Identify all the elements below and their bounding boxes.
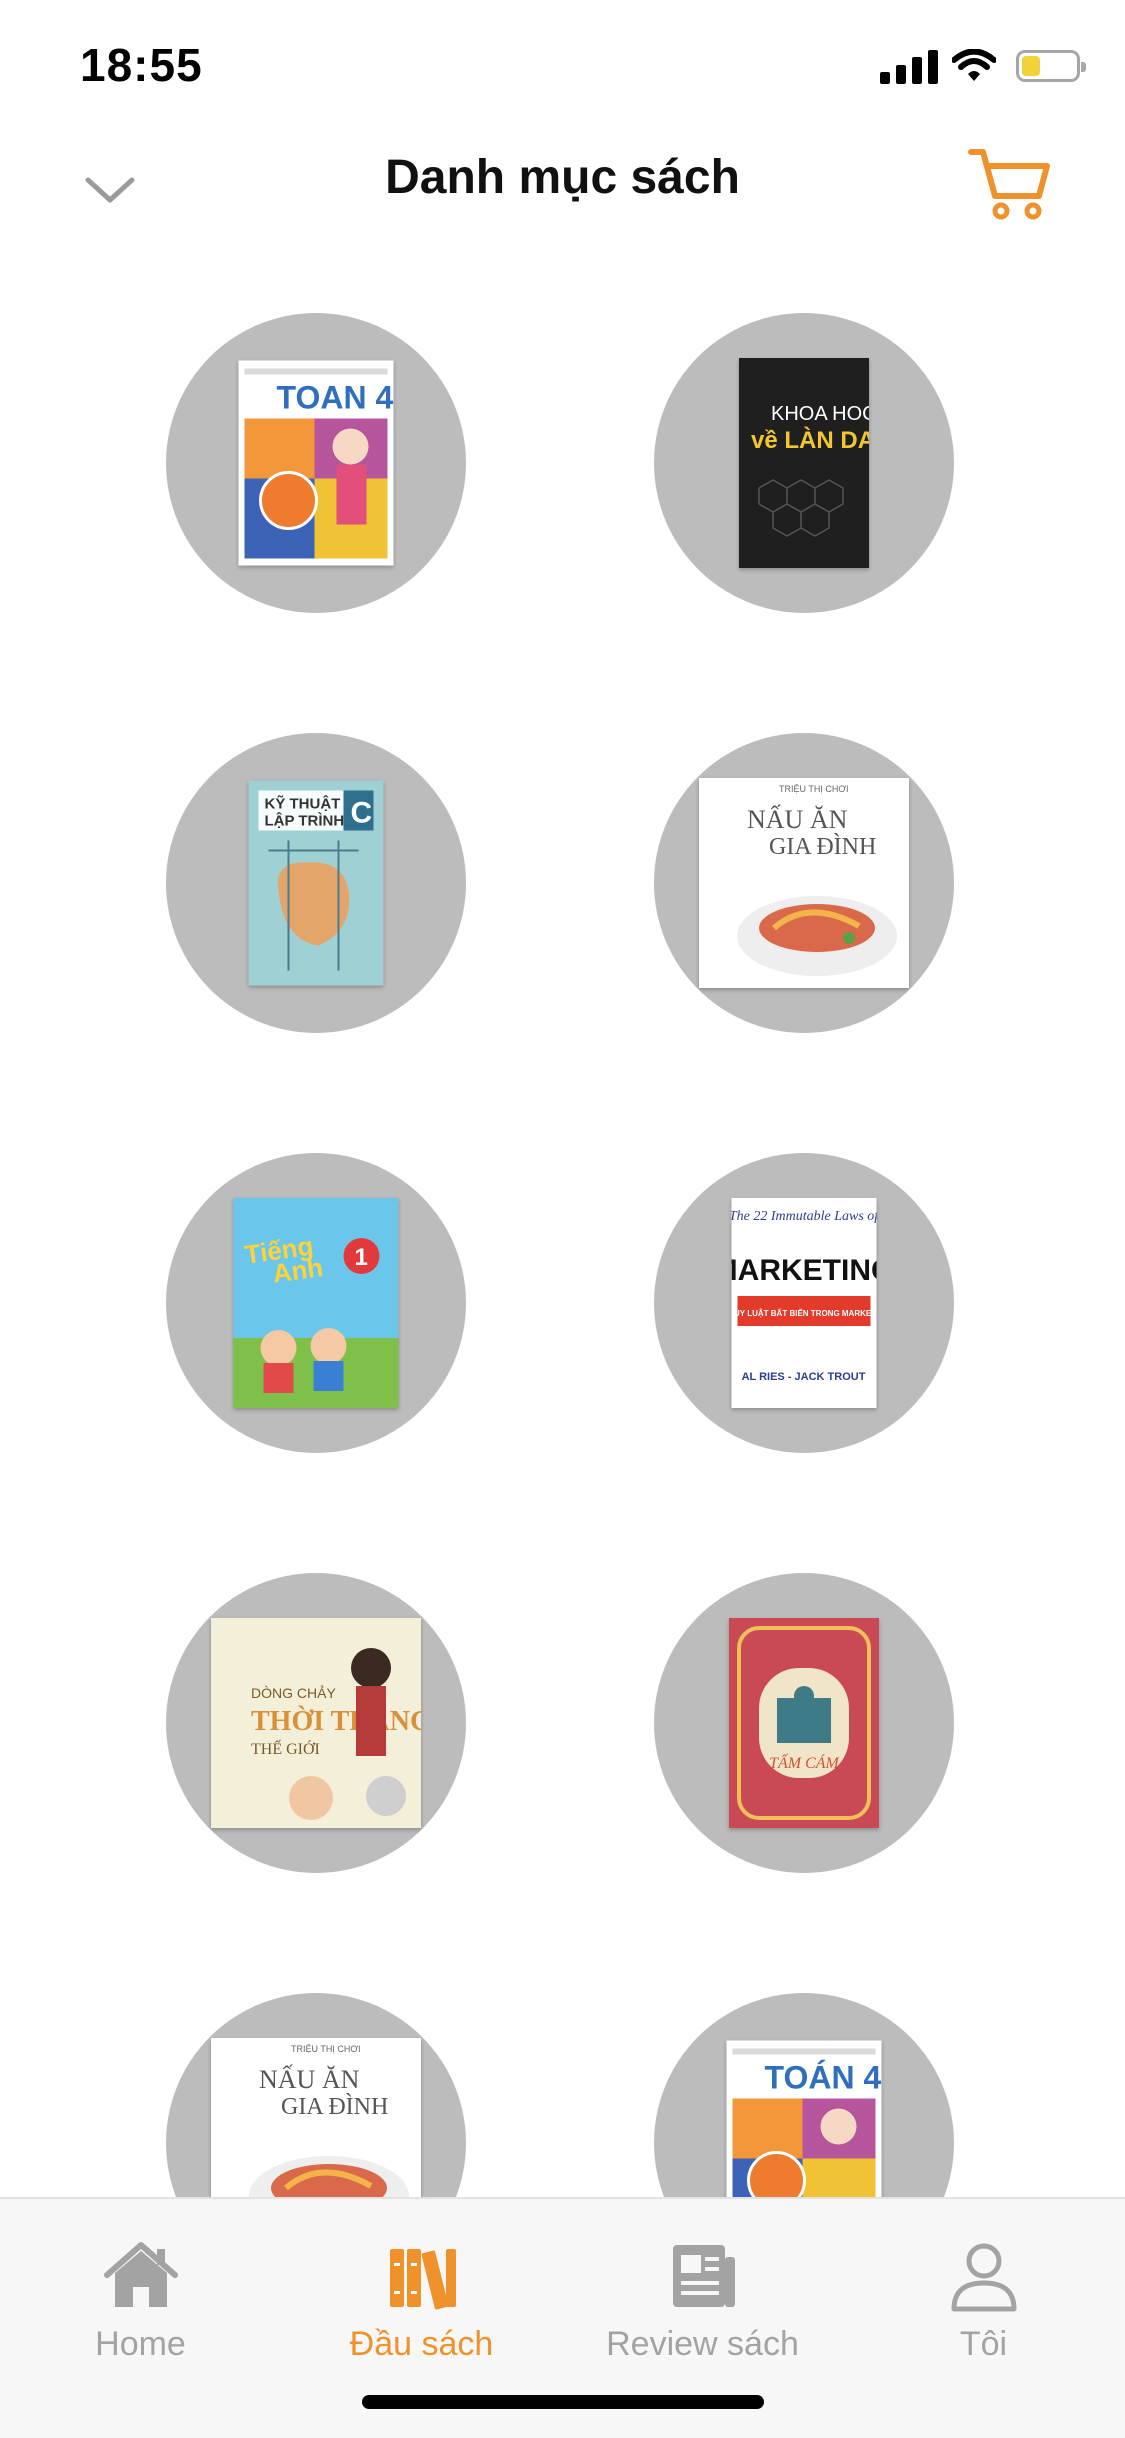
tab-review-sach[interactable]: Review sách [562, 2235, 843, 2364]
book-tagline: 22 QUY LUẬT BẤT BIẾN TRONG MARKETING [732, 1308, 877, 1318]
book-title: DÒNG CHẢY [251, 1685, 336, 1701]
book-author: TRIỆU THỊ CHƠI [291, 2044, 361, 2054]
category-item[interactable]: TRIỆU THỊ CHƠI NẤU ĂN GIA ĐÌNH [166, 1993, 466, 2197]
book-title: TOAN 4 [277, 380, 394, 416]
book-subtitle: GIA ĐÌNH [769, 834, 876, 860]
book-title: NẤU ĂN [747, 805, 848, 834]
book-badge: 1 [355, 1244, 368, 1271]
tab-home[interactable]: Home [0, 2235, 281, 2364]
tab-label: Home [95, 2325, 186, 2363]
book-subtitle: LẬP TRÌNH [265, 812, 345, 830]
battery-icon [1016, 50, 1086, 82]
page-title: Danh mục sách [385, 151, 740, 204]
tab-label: Review sách [606, 2325, 799, 2363]
book-ky-thuat-lap-trinh-c-cover: KỸ THUẬT LẬP TRÌNH C [248, 780, 384, 986]
book-title: KỸ THUẬT [265, 795, 341, 813]
book-title: The 22 Immutable Laws of [732, 1209, 877, 1224]
book-title: KHOA HOC [771, 403, 869, 425]
book-nau-an-gia-dinh-cover: TRIỆU THỊ CHƠI NẤU ĂN GIA ĐÌNH [211, 2038, 421, 2197]
book-subtitle: về LÀN DA [751, 426, 869, 454]
book-dong-chay-thoi-trang-cover: DÒNG CHẢY THỜI TRANG THẾ GIỚI [211, 1618, 421, 1828]
book-subtitle-2: THẾ GIỚI [251, 1739, 320, 1758]
category-item[interactable]: TẤM CÁM [654, 1573, 954, 1873]
cart-button[interactable] [965, 144, 1055, 224]
book-title: TẤM CÁM [769, 1753, 840, 1772]
tab-toi[interactable]: Tôi [843, 2235, 1124, 2364]
book-22-laws-marketing-cover: The 22 Immutable Laws of MARKETING 22 QU… [731, 1198, 877, 1408]
book-nau-an-gia-dinh-cover: TRIỆU THỊ CHƠI NẤU ĂN GIA ĐÌNH [699, 778, 909, 988]
header: Danh mục sách [0, 130, 1125, 250]
book-title: NẤU ĂN [259, 2065, 360, 2094]
book-subtitle: THỜI TRANG [251, 1706, 421, 1737]
book-khoa-hoc-ve-lan-da-cover: KHOA HOC về LÀN DA [739, 358, 869, 568]
wifi-icon [952, 49, 996, 81]
category-item[interactable]: KỸ THUẬT LẬP TRÌNH C [166, 733, 466, 1033]
home-indicator[interactable] [362, 2395, 764, 2409]
book-category-grid: TOAN 4 KHOA HOC về LÀN DA KỸ THUẬT LẬP T… [0, 310, 1125, 2197]
category-item[interactable]: TOAN 4 [166, 313, 466, 613]
bookshelf-icon [389, 2249, 456, 2310]
book-author: TRIỆU THỊ CHƠI [779, 784, 849, 794]
house-icon [103, 2242, 178, 2307]
tab-label: Tôi [959, 2325, 1008, 2363]
book-subtitle: MARKETING [732, 1254, 877, 1287]
tab-dau-sach[interactable]: Đầu sách [281, 2235, 562, 2364]
category-item[interactable]: TOÁN 4 [654, 1993, 954, 2197]
newspaper-icon [672, 2245, 735, 2307]
cellular-signal-icon [880, 48, 938, 84]
book-tieng-anh-1-cover: Tiếng Anh 1 [233, 1198, 399, 1408]
status-time: 18:55 [80, 39, 203, 91]
book-author: AL RIES - JACK TROUT [742, 1371, 866, 1383]
book-toan-4-cover: TOAN 4 [238, 360, 394, 566]
category-item[interactable]: DÒNG CHẢY THỜI TRANG THẾ GIỚI [166, 1573, 466, 1873]
book-title: TOÁN 4 [765, 2060, 882, 2096]
book-tam-cam-cover: TẤM CÁM [729, 1618, 879, 1828]
category-item[interactable]: The 22 Immutable Laws of MARKETING 22 QU… [654, 1153, 954, 1453]
tab-label: Đầu sách [349, 2325, 494, 2363]
category-item[interactable]: Tiếng Anh 1 [166, 1153, 466, 1453]
category-item[interactable]: KHOA HOC về LÀN DA [654, 313, 954, 613]
status-bar: 18:55 [0, 0, 1125, 130]
book-subtitle: GIA ĐÌNH [281, 2094, 388, 2120]
book-toan-4-cover: TOÁN 4 [726, 2040, 882, 2197]
person-icon [951, 2243, 1016, 2312]
status-icons [880, 48, 1086, 84]
shopping-cart-icon [968, 149, 1050, 220]
category-item[interactable]: TRIỆU THỊ CHƠI NẤU ĂN GIA ĐÌNH [654, 733, 954, 1033]
book-badge: C [351, 797, 373, 830]
